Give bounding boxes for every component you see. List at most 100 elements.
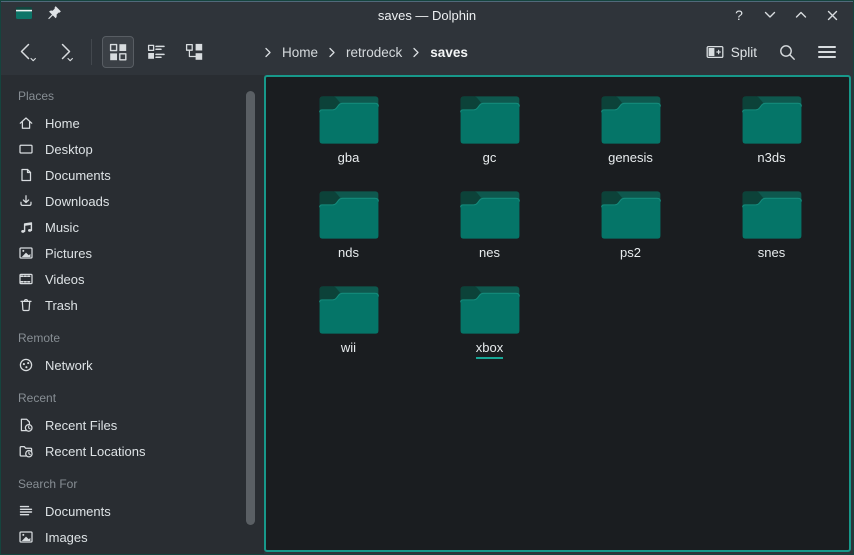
split-button[interactable]: Split bbox=[700, 40, 763, 64]
sidebar-item-recent-files[interactable]: Recent Files bbox=[1, 412, 264, 438]
sidebar-item-documents[interactable]: Documents bbox=[1, 162, 264, 188]
tree-view-button[interactable] bbox=[178, 36, 210, 68]
folder-item-genesis[interactable]: genesis bbox=[560, 94, 701, 189]
folder-label: gc bbox=[483, 150, 497, 166]
folder-icon bbox=[600, 94, 662, 146]
hamburger-menu-button[interactable] bbox=[811, 36, 843, 68]
folder-item-nds[interactable]: nds bbox=[278, 189, 419, 284]
icons-view-button[interactable] bbox=[102, 36, 134, 68]
folder-item-ps2[interactable]: ps2 bbox=[560, 189, 701, 284]
download-icon bbox=[18, 193, 34, 209]
sidebar-item-recent-locations[interactable]: Recent Locations bbox=[1, 438, 264, 464]
folder-item-snes[interactable]: snes bbox=[701, 189, 842, 284]
sidebar-item-pictures[interactable]: Pictures bbox=[1, 240, 264, 266]
sidebar-item-search-documents[interactable]: Documents bbox=[1, 498, 264, 524]
folder-label: wii bbox=[341, 340, 356, 356]
breadcrumb-retrodeck[interactable]: retrodeck bbox=[343, 43, 405, 62]
details-view-button[interactable] bbox=[140, 36, 172, 68]
folder-item-nes[interactable]: nes bbox=[419, 189, 560, 284]
close-icon bbox=[826, 9, 839, 22]
sidebar-item-search-audio[interactable]: Audio bbox=[1, 550, 264, 554]
trash-icon bbox=[18, 297, 34, 313]
folder-icon bbox=[741, 94, 803, 146]
chevron-up-icon bbox=[794, 9, 808, 21]
back-arrow-icon bbox=[15, 40, 39, 64]
folder-icon bbox=[459, 94, 521, 146]
folder-icon bbox=[459, 284, 521, 336]
folder-label: genesis bbox=[608, 150, 653, 166]
sidebar-item-label: Videos bbox=[45, 272, 85, 287]
sidebar-item-label: Desktop bbox=[45, 142, 93, 157]
dolphin-window: saves — Dolphin ? bbox=[0, 0, 854, 555]
folder-item-n3ds[interactable]: n3ds bbox=[701, 94, 842, 189]
places-panel: Places Home Desktop Documents Downloads … bbox=[1, 75, 264, 554]
folder-icon bbox=[459, 189, 521, 241]
section-header-search-for: Search For bbox=[1, 464, 264, 498]
sidebar-scrollbar[interactable] bbox=[246, 91, 255, 525]
folder-icon bbox=[318, 189, 380, 241]
toolbar: Home retrodeck saves Split bbox=[1, 29, 853, 75]
toolbar-separator bbox=[91, 39, 92, 65]
sidebar-item-label: Documents bbox=[45, 168, 111, 183]
desktop-icon bbox=[18, 141, 34, 157]
search-icon bbox=[778, 43, 797, 62]
search-button[interactable] bbox=[771, 36, 803, 68]
minimize-button[interactable] bbox=[759, 5, 781, 25]
folder-label: xbox bbox=[476, 340, 503, 359]
split-button-label: Split bbox=[731, 45, 757, 60]
sidebar-item-label: Recent Files bbox=[45, 418, 117, 433]
folder-item-wii[interactable]: wii bbox=[278, 284, 419, 379]
window-title: saves — Dolphin bbox=[1, 8, 853, 23]
sidebar-item-trash[interactable]: Trash bbox=[1, 292, 264, 318]
forward-arrow-icon bbox=[53, 40, 77, 64]
close-button[interactable] bbox=[821, 5, 843, 25]
sidebar-item-desktop[interactable]: Desktop bbox=[1, 136, 264, 162]
back-button[interactable] bbox=[11, 36, 43, 68]
sidebar-item-network[interactable]: Network bbox=[1, 352, 264, 378]
section-header-places: Places bbox=[1, 79, 264, 110]
sidebar-item-label: Music bbox=[45, 220, 79, 235]
folder-item-gc[interactable]: gc bbox=[419, 94, 560, 189]
maximize-button[interactable] bbox=[790, 5, 812, 25]
hamburger-icon bbox=[818, 45, 836, 59]
sidebar-item-music[interactable]: Music bbox=[1, 214, 264, 240]
forward-button[interactable] bbox=[49, 36, 81, 68]
image-icon bbox=[18, 529, 34, 545]
folder-item-xbox[interactable]: xbox bbox=[419, 284, 560, 379]
pin-icon[interactable] bbox=[47, 5, 62, 25]
sidebar-item-videos[interactable]: Videos bbox=[1, 266, 264, 292]
breadcrumb-chevron-icon bbox=[264, 47, 272, 58]
folder-label: gba bbox=[338, 150, 360, 166]
sidebar-item-label: Home bbox=[45, 116, 80, 131]
breadcrumb-chevron-icon bbox=[328, 47, 336, 58]
home-icon bbox=[18, 115, 34, 131]
folder-icon bbox=[741, 189, 803, 241]
section-header-remote: Remote bbox=[1, 318, 264, 352]
sidebar-item-downloads[interactable]: Downloads bbox=[1, 188, 264, 214]
help-button[interactable]: ? bbox=[728, 5, 750, 25]
folder-icon bbox=[600, 189, 662, 241]
folder-label: snes bbox=[758, 245, 785, 261]
recent-folder-icon bbox=[18, 443, 34, 459]
breadcrumb: Home retrodeck saves bbox=[264, 29, 471, 75]
folder-view[interactable]: gba gc genesis n3ds nds bbox=[264, 75, 851, 552]
titlebar[interactable]: saves — Dolphin ? bbox=[1, 1, 853, 29]
breadcrumb-chevron-icon bbox=[412, 47, 420, 58]
breadcrumb-saves[interactable]: saves bbox=[427, 43, 471, 62]
icons-view-icon bbox=[109, 43, 127, 61]
film-icon bbox=[18, 271, 34, 287]
music-note-icon bbox=[18, 219, 34, 235]
sidebar-item-search-images[interactable]: Images bbox=[1, 524, 264, 550]
sidebar-item-label: Trash bbox=[45, 298, 78, 313]
sidebar-item-label: Downloads bbox=[45, 194, 109, 209]
recent-file-icon bbox=[18, 417, 34, 433]
folder-label: ps2 bbox=[620, 245, 641, 261]
sidebar-item-home[interactable]: Home bbox=[1, 110, 264, 136]
sidebar-item-label: Network bbox=[45, 358, 93, 373]
folder-item-gba[interactable]: gba bbox=[278, 94, 419, 189]
sidebar-item-label: Documents bbox=[45, 504, 111, 519]
breadcrumb-home[interactable]: Home bbox=[279, 43, 321, 62]
folder-icon bbox=[318, 94, 380, 146]
text-lines-icon bbox=[18, 503, 34, 519]
network-globe-icon bbox=[18, 357, 34, 373]
